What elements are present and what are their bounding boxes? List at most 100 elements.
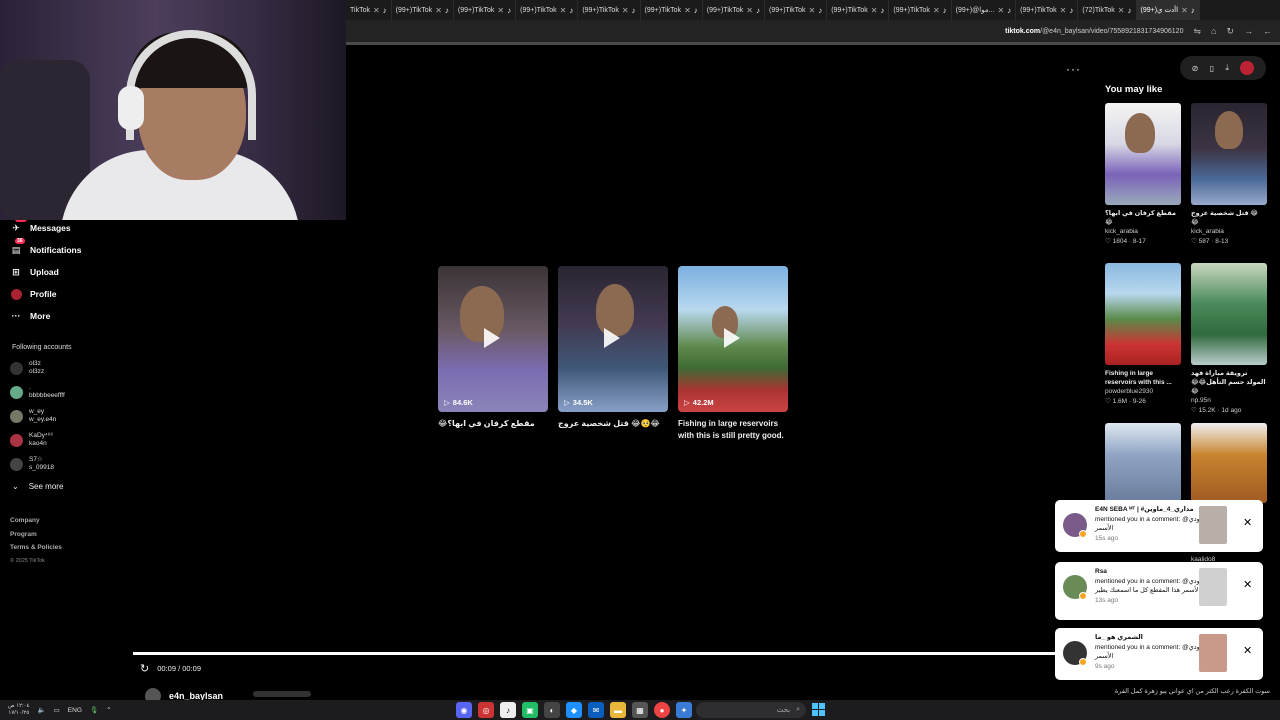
compass-icon[interactable]: ⊘	[1192, 64, 1199, 73]
recommended-card[interactable]: مقطع كرفان في ابها؟😂 kick_arabia ♡ 1804 …	[1105, 103, 1181, 246]
recommended-card[interactable]: 😂 قتل شخصية عروج 😂 kick_arabia ♡ 587 · 8…	[1191, 103, 1267, 246]
following-account-item[interactable]: S7☆ s_09918	[10, 456, 54, 472]
close-tab-icon[interactable]: ✕	[684, 6, 691, 15]
language-indicator[interactable]: ENG	[68, 707, 82, 714]
video-card[interactable]: ▷ 42.2M Fishing in large reservoirs with …	[678, 266, 788, 442]
recommended-author[interactable]: np.95n	[1191, 396, 1267, 406]
footer-link-terms[interactable]: Terms & Policies	[10, 541, 62, 555]
see-more-button[interactable]: ⌄ See more	[12, 482, 63, 491]
more-options-icon[interactable]: ···	[1066, 62, 1081, 76]
folder-icon[interactable]: ▬	[610, 702, 626, 718]
recommended-thumbnail[interactable]	[1191, 423, 1267, 503]
sidebar-item-upload[interactable]: ⊞ Upload	[10, 266, 59, 278]
sidebar-item-messages[interactable]: ✈99+ Messages	[10, 216, 71, 234]
footer-link-company[interactable]: Company	[10, 514, 62, 528]
browser-tab[interactable]: (99+)TikTok ✕ ♪	[578, 0, 641, 20]
outlook-icon[interactable]: ✉	[588, 702, 604, 718]
close-icon[interactable]: ✕	[1243, 578, 1252, 591]
browser-tab[interactable]: (99+)TikTok ✕ ♪	[1016, 0, 1079, 20]
following-account-item[interactable]: KaDy⁴⁶⁶ kao4n	[10, 432, 53, 448]
recommended-thumbnail[interactable]	[1105, 263, 1181, 365]
taskbar-search[interactable]: بحث ⌕	[696, 702, 806, 718]
close-tab-icon[interactable]: ✕	[497, 6, 504, 15]
recommended-card[interactable]	[1105, 423, 1181, 503]
close-tab-icon[interactable]: ✕	[560, 6, 567, 15]
close-tab-icon[interactable]: ✕	[435, 6, 442, 15]
back-icon[interactable]: ←	[1263, 26, 1272, 36]
recommended-thumbnail[interactable]	[1191, 103, 1267, 205]
recommended-card[interactable]: Fishing in large reservoirs with this ..…	[1105, 263, 1181, 406]
windows-start-icon[interactable]	[812, 703, 825, 716]
tune-icon[interactable]: ⇋	[1193, 26, 1201, 37]
following-account-item[interactable]: w_ey w_ey.e4n	[10, 408, 56, 424]
video-thumbnail[interactable]: ▷ 84.6K	[438, 266, 548, 412]
browser-tab[interactable]: TikTok ✕ ♪	[346, 0, 392, 20]
app-icon[interactable]: ◎	[478, 702, 494, 718]
clock[interactable]: ١٢:٠٤ ص ١٧/١٠/٢٥	[8, 703, 30, 717]
sidebar-item-profile[interactable]: Profile	[10, 288, 56, 300]
notification-toast[interactable]: الشمري هو _ما mentioned you in a comment…	[1055, 628, 1263, 680]
video-progress-bar[interactable]	[133, 652, 1055, 655]
close-icon[interactable]: ✕	[1243, 516, 1252, 529]
replay-icon[interactable]: ↻	[140, 662, 149, 675]
url-text[interactable]: tiktok.com/@e4n_baylsan/video/7558921831…	[1005, 28, 1183, 35]
close-tab-icon[interactable]: ✕	[1060, 6, 1067, 15]
video-thumbnail[interactable]: ▷ 34.5K	[558, 266, 668, 412]
sidebar-item-more[interactable]: ··· More	[10, 310, 51, 322]
download-icon[interactable]: ⤓	[1225, 63, 1229, 73]
browser-tab[interactable]: (99+)@موا... ✕ ♪	[952, 0, 1017, 20]
close-icon[interactable]: ✕	[1243, 644, 1252, 657]
follow-button[interactable]	[253, 691, 311, 697]
browser-tab[interactable]: (99+)TikTok ✕ ♪	[516, 0, 579, 20]
browser-tab[interactable]: (99+)TikTok ✕ ♪	[889, 0, 952, 20]
device-icon[interactable]: ▯	[1210, 64, 1214, 73]
browser-tab[interactable]: (99+)TikTok ✕ ♪	[392, 0, 454, 20]
address-bar[interactable]: tiktok.com/@e4n_baylsan/video/7558921831…	[346, 20, 1280, 42]
video-card[interactable]: ▷ 84.6K مقطع كرفان في ابها؟😂	[438, 266, 548, 430]
recommended-author[interactable]: powderblue2930	[1105, 387, 1181, 397]
recommended-author[interactable]: kick_arabia	[1105, 227, 1181, 237]
close-tab-icon[interactable]: ✕	[809, 6, 816, 15]
chevron-up-icon[interactable]: ⌃	[106, 706, 111, 714]
notification-toast[interactable]: Rsa mentioned you in a comment: @مودي ال…	[1055, 562, 1263, 620]
close-tab-icon[interactable]: ✕	[997, 6, 1004, 15]
close-tab-icon[interactable]: ✕	[622, 6, 629, 15]
discord-icon[interactable]: ◉	[456, 702, 472, 718]
volume-icon[interactable]: 🔈	[38, 706, 46, 714]
close-tab-icon[interactable]: ✕	[746, 6, 753, 15]
chrome-icon[interactable]: ●	[654, 702, 670, 718]
app-icon[interactable]: ✦	[676, 702, 692, 718]
close-tab-icon[interactable]: ✕	[933, 6, 940, 15]
app-icon[interactable]: ◐	[544, 702, 560, 718]
browser-tab[interactable]: (99+)TikTok ✕ ♪	[454, 0, 517, 20]
close-tab-icon[interactable]: ✕	[373, 6, 380, 15]
recommended-thumbnail[interactable]	[1105, 423, 1181, 503]
app-icon[interactable]: ◆	[566, 702, 582, 718]
browser-tab[interactable]: (99+)TikTok ✕ ♪	[703, 0, 765, 20]
app-icon[interactable]: ▣	[522, 702, 538, 718]
browser-tab[interactable]: (99+)اأدت ي ✕ ♪	[1136, 0, 1200, 20]
app-icon[interactable]: ▦	[632, 702, 648, 718]
forward-icon[interactable]: →	[1244, 26, 1253, 36]
footer-link-program[interactable]: Program	[10, 528, 62, 542]
sidebar-item-notifications[interactable]: ▤ 36 Notifications	[10, 238, 81, 256]
video-card[interactable]: ▷ 34.5K 😂🥺😂 قتل شخصية عروج	[558, 266, 668, 430]
recommended-thumbnail[interactable]	[1105, 103, 1181, 205]
close-tab-icon[interactable]: ✕	[1181, 6, 1188, 15]
close-tab-icon[interactable]: ✕	[1118, 6, 1125, 15]
notification-toast[interactable]: E4N SEBA ᴹᵀ | #مداري_4_ماوين mentioned y…	[1055, 500, 1263, 552]
browser-tab[interactable]: (72)TikTok ✕ ♪	[1078, 0, 1137, 20]
browser-tab[interactable]: (99+)TikTok ✕ ♪	[765, 0, 828, 20]
recommended-card[interactable]: ترويقة مباراة فهد المولد حسم التأهل😂😂😂 n…	[1191, 263, 1267, 415]
home-icon[interactable]: ⌂	[1211, 26, 1216, 36]
reload-icon[interactable]: ↻	[1226, 26, 1234, 37]
microphone-icon[interactable]: 🎙	[90, 706, 98, 714]
video-thumbnail[interactable]: ▷ 42.2M	[678, 266, 788, 412]
browser-tab[interactable]: (99+)TikTok ✕ ♪	[827, 0, 890, 20]
following-account-item[interactable]: . bbbbbeeeffff	[10, 384, 65, 400]
network-icon[interactable]: ▭	[54, 706, 60, 714]
recommended-thumbnail[interactable]	[1191, 263, 1267, 365]
following-account-item[interactable]: ol3z ol3zz	[10, 360, 44, 376]
avatar[interactable]	[1240, 61, 1255, 75]
browser-tab[interactable]: (99+)TikTok ✕ ♪	[641, 0, 703, 20]
